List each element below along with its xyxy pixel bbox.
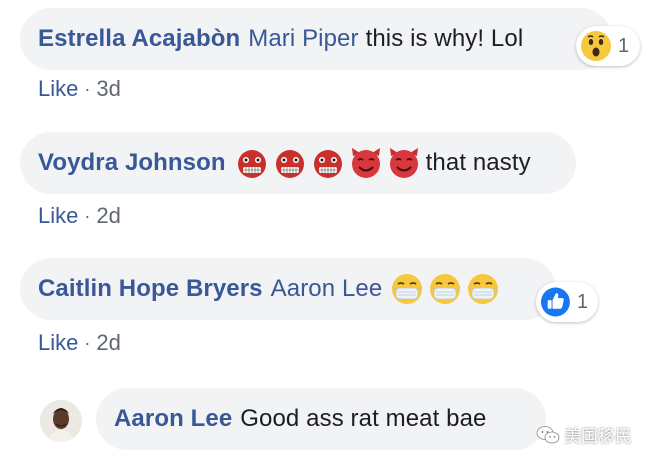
- watermark: 美国移民: [536, 422, 632, 447]
- medical-mask-emoji-icon: [467, 274, 499, 304]
- smiling-devil-emoji-icon: [389, 148, 418, 178]
- reaction-count-chip[interactable]: 1: [536, 282, 598, 322]
- avatar-image: [40, 400, 82, 442]
- comment-meta-2: Like · 2d: [38, 203, 121, 229]
- comment-author[interactable]: Estrella Acajabòn: [38, 25, 240, 53]
- timestamp[interactable]: 2d: [96, 330, 120, 356]
- separator-dot: ·: [84, 78, 91, 99]
- comment-bubble-4: Aaron Lee Good ass rat meat bae: [96, 388, 546, 450]
- separator-dot: ·: [84, 205, 91, 226]
- wow-emoji-icon: [581, 31, 611, 61]
- comment-bubble-2: Voydra Johnson that nasty: [20, 132, 576, 194]
- emoji-group: [234, 145, 424, 181]
- medical-mask-emoji-icon: [391, 274, 423, 304]
- comment-text: Good ass rat meat bae: [240, 405, 487, 432]
- comment-author[interactable]: Aaron Lee: [114, 405, 232, 433]
- watermark-text: 美国移民: [564, 427, 632, 446]
- timestamp[interactable]: 2d: [96, 203, 120, 229]
- comment-bubble-1: Estrella Acajabòn Mari Piper this is why…: [20, 8, 612, 70]
- reaction-count: 1: [576, 290, 588, 313]
- like-link[interactable]: Like: [38, 203, 78, 229]
- emoji-group: [389, 271, 503, 307]
- reaction-count: 1: [618, 34, 630, 57]
- medical-mask-emoji-icon: [429, 274, 461, 304]
- comment-author[interactable]: Caitlin Hope Bryers: [38, 275, 263, 303]
- thumbs-up-icon: [540, 287, 570, 317]
- tagged-user[interactable]: Mari Piper: [248, 25, 358, 53]
- comment-text: that nasty: [425, 149, 531, 176]
- comment-author[interactable]: Voydra Johnson: [38, 149, 226, 177]
- wechat-icon: [536, 425, 560, 443]
- avatar[interactable]: [40, 400, 82, 442]
- separator-dot: ·: [84, 332, 91, 353]
- like-link[interactable]: Like: [38, 330, 78, 356]
- comment-text: this is why! Lol: [365, 25, 524, 52]
- smiling-devil-emoji-icon: [351, 148, 380, 178]
- tagged-user[interactable]: Aaron Lee: [271, 275, 383, 303]
- ogre-emoji-icon: [274, 148, 305, 178]
- ogre-emoji-icon: [312, 148, 343, 178]
- reaction-count-chip[interactable]: 1: [576, 26, 640, 66]
- like-link[interactable]: Like: [38, 76, 78, 102]
- comment-meta-3: Like · 2d: [38, 330, 121, 356]
- ogre-emoji-icon: [236, 148, 267, 178]
- comment-meta-1: Like · 3d: [38, 76, 121, 102]
- timestamp[interactable]: 3d: [96, 76, 120, 102]
- comment-bubble-3: Caitlin Hope Bryers Aaron Lee: [20, 258, 556, 320]
